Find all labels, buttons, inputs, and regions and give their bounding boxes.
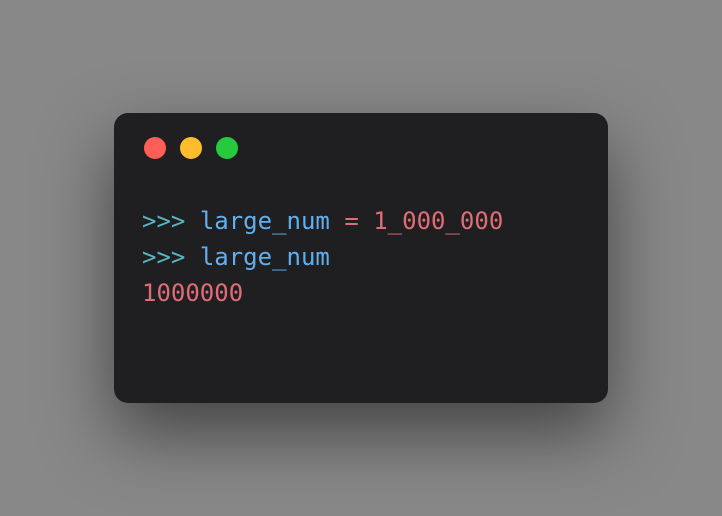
minimize-icon[interactable] [180,137,202,159]
repl-prompt: >>> [142,243,185,271]
close-icon[interactable] [144,137,166,159]
terminal-output: >>> large_num = 1_000_000 >>> large_num … [142,203,580,311]
repl-output: 1000000 [142,279,243,307]
code-line: >>> large_num [142,243,330,271]
code-line: 1000000 [142,279,243,307]
identifier: large_num [200,243,330,271]
maximize-icon[interactable] [216,137,238,159]
identifier: large_num [200,207,330,235]
terminal-window: >>> large_num = 1_000_000 >>> large_num … [114,113,608,403]
number-literal: 1_000_000 [373,207,503,235]
operator: = [344,207,358,235]
window-controls [144,137,580,159]
code-line: >>> large_num = 1_000_000 [142,207,503,235]
repl-prompt: >>> [142,207,185,235]
